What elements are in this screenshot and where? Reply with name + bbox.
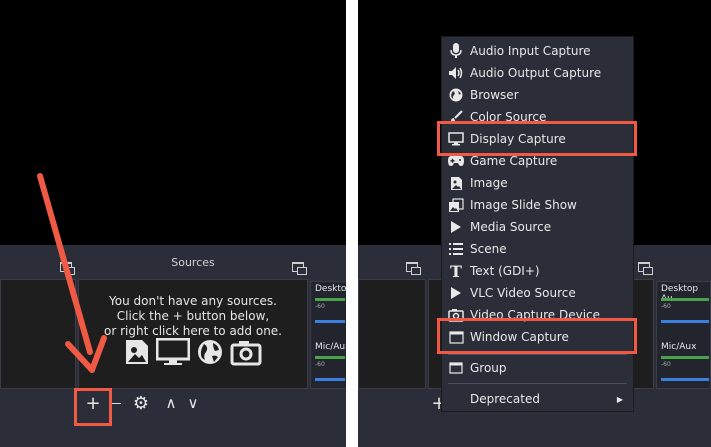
menu-separator <box>448 383 627 384</box>
add-source-menu: Audio Input Capture Audio Output Capture… <box>441 36 634 412</box>
audio-mixer: Desktop Au -60 Mic/Aux -60 <box>656 281 711 389</box>
image-icon <box>446 175 466 191</box>
group-icon <box>446 360 466 376</box>
menu-item-deprecated[interactable]: Deprecated ▶ <box>442 388 633 410</box>
mic-volume-slider[interactable] <box>661 378 709 381</box>
obs-window-left: Sources You don't have any sources. Clic… <box>0 0 346 447</box>
menu-separator <box>448 354 627 355</box>
globe-icon <box>446 87 466 103</box>
play-icon <box>446 219 466 235</box>
speaker-icon <box>446 65 466 81</box>
meter-scale: -60 <box>661 361 671 368</box>
mic-aux-label: Mic/Aux <box>661 342 697 352</box>
annotation-arrow <box>37 173 107 373</box>
submenu-arrow-icon: ▶ <box>616 394 623 404</box>
menu-item-audio-input-capture[interactable]: Audio Input Capture <box>442 40 633 62</box>
slideshow-icon <box>446 197 466 213</box>
mic-meter <box>661 356 709 359</box>
divider <box>346 0 358 447</box>
menu-item-browser[interactable]: Browser <box>442 84 633 106</box>
scenes-toolbar <box>358 389 426 417</box>
desktop-volume-slider[interactable] <box>661 320 709 323</box>
menu-item-media-source[interactable]: Media Source <box>442 216 633 238</box>
text-icon: T <box>450 261 462 281</box>
meter-scale: -60 <box>661 303 671 310</box>
menu-item-vlc-video-source[interactable]: VLC Video Source <box>442 282 633 304</box>
menu-item-scene[interactable]: Scene <box>442 238 633 260</box>
list-icon <box>446 241 466 257</box>
scenes-dock-body[interactable] <box>358 279 426 389</box>
menu-item-image[interactable]: Image <box>442 172 633 194</box>
desktop-meter <box>661 298 709 301</box>
float-icon[interactable] <box>638 262 653 275</box>
menu-item-group[interactable]: Group <box>442 357 633 379</box>
menu-item-audio-output-capture[interactable]: Audio Output Capture <box>442 62 633 84</box>
desktop-audio-label: Desktop Au <box>661 284 699 304</box>
menu-item-image-slide-show[interactable]: Image Slide Show <box>442 194 633 216</box>
add-button-highlight <box>74 388 112 426</box>
microphone-icon <box>446 43 466 59</box>
float-icon[interactable] <box>406 262 421 275</box>
window-capture-highlight <box>437 318 637 354</box>
play-icon <box>446 285 466 301</box>
display-capture-highlight <box>437 121 637 156</box>
menu-item-text-gdi[interactable]: T Text (GDI+) <box>442 260 633 282</box>
